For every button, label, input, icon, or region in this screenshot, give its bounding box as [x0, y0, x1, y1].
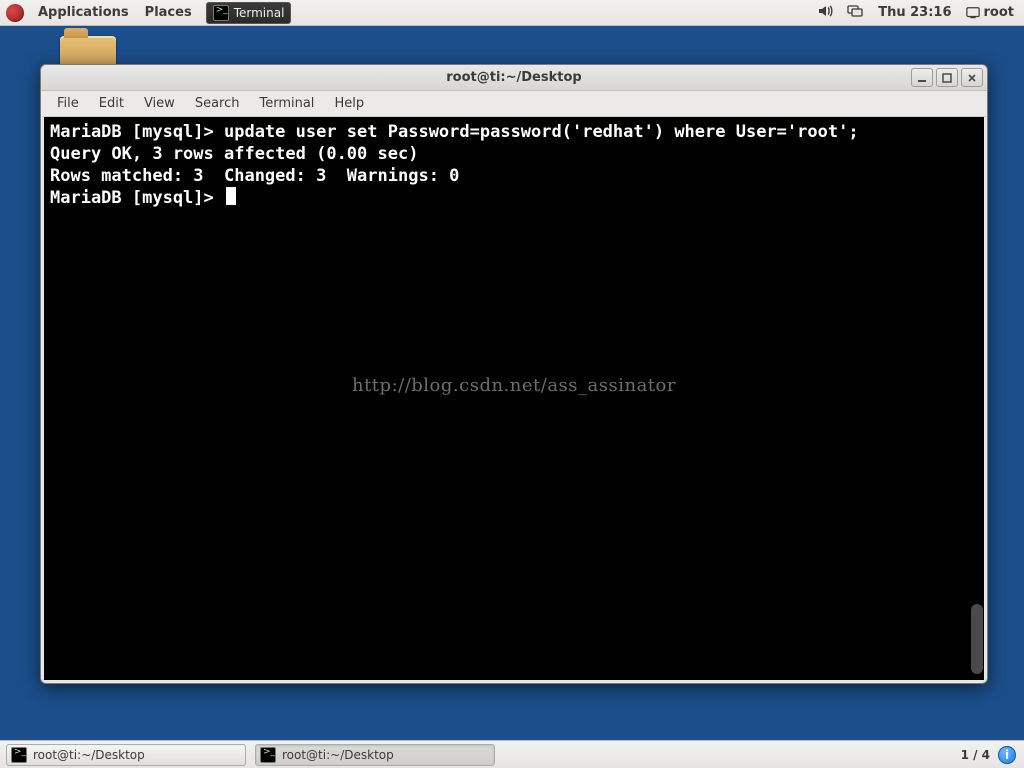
menu-search[interactable]: Search — [187, 94, 248, 113]
volume-icon[interactable] — [817, 3, 833, 23]
terminal-window: root@ti:~/Desktop File Edit View Search … — [40, 64, 988, 684]
menu-view[interactable]: View — [136, 94, 183, 113]
taskbar-item[interactable]: root@ti:~/Desktop — [255, 744, 495, 766]
info-badge-icon[interactable]: i — [998, 746, 1016, 764]
terminal-icon — [260, 747, 276, 763]
taskbar-item[interactable]: root@ti:~/Desktop — [6, 744, 246, 766]
cursor-icon — [226, 187, 236, 205]
window-title: root@ti:~/Desktop — [446, 70, 581, 85]
user-icon — [966, 6, 980, 20]
user-menu[interactable]: root — [966, 5, 1015, 20]
menubar: File Edit View Search Terminal Help — [41, 91, 987, 117]
maximize-button[interactable] — [936, 68, 958, 87]
terminal-line: Query OK, 3 rows affected (0.00 sec) — [50, 143, 978, 165]
scrollbar-thumb[interactable] — [971, 604, 983, 674]
clock[interactable]: Thu 23:16 — [878, 5, 951, 20]
network-icon[interactable] — [847, 3, 863, 23]
terminal-launcher[interactable]: Terminal — [206, 2, 292, 24]
terminal-scrollbar[interactable] — [970, 117, 984, 680]
window-titlebar[interactable]: root@ti:~/Desktop — [41, 65, 987, 91]
applications-menu[interactable]: Applications — [30, 5, 137, 20]
workspace-indicator[interactable]: 1 / 4 — [961, 748, 990, 762]
watermark-text: http://blog.csdn.net/ass_assinator — [44, 375, 984, 397]
window-controls — [911, 68, 983, 87]
terminal-launcher-label: Terminal — [234, 6, 285, 20]
distro-logo-icon — [6, 4, 24, 22]
taskbar-item-label: root@ti:~/Desktop — [282, 748, 394, 762]
terminal-line: Rows matched: 3 Changed: 3 Warnings: 0 — [50, 165, 978, 187]
user-label: root — [984, 5, 1015, 20]
terminal-icon — [213, 5, 229, 21]
menu-terminal[interactable]: Terminal — [251, 94, 322, 113]
top-panel: Applications Places Terminal Thu 23:16 r… — [0, 0, 1024, 26]
terminal-line: MariaDB [mysql]> update user set Passwor… — [50, 121, 978, 143]
menu-file[interactable]: File — [49, 94, 87, 113]
taskbar-item-label: root@ti:~/Desktop — [33, 748, 145, 762]
menu-help[interactable]: Help — [326, 94, 372, 113]
menu-edit[interactable]: Edit — [91, 94, 132, 113]
bottom-panel: root@ti:~/Desktop root@ti:~/Desktop 1 / … — [0, 740, 1024, 768]
places-menu[interactable]: Places — [137, 5, 200, 20]
terminal-output[interactable]: MariaDB [mysql]> update user set Passwor… — [44, 117, 984, 680]
minimize-button[interactable] — [911, 68, 933, 87]
terminal-prompt-line: MariaDB [mysql]> — [50, 187, 978, 209]
close-button[interactable] — [961, 68, 983, 87]
terminal-icon — [11, 747, 27, 763]
